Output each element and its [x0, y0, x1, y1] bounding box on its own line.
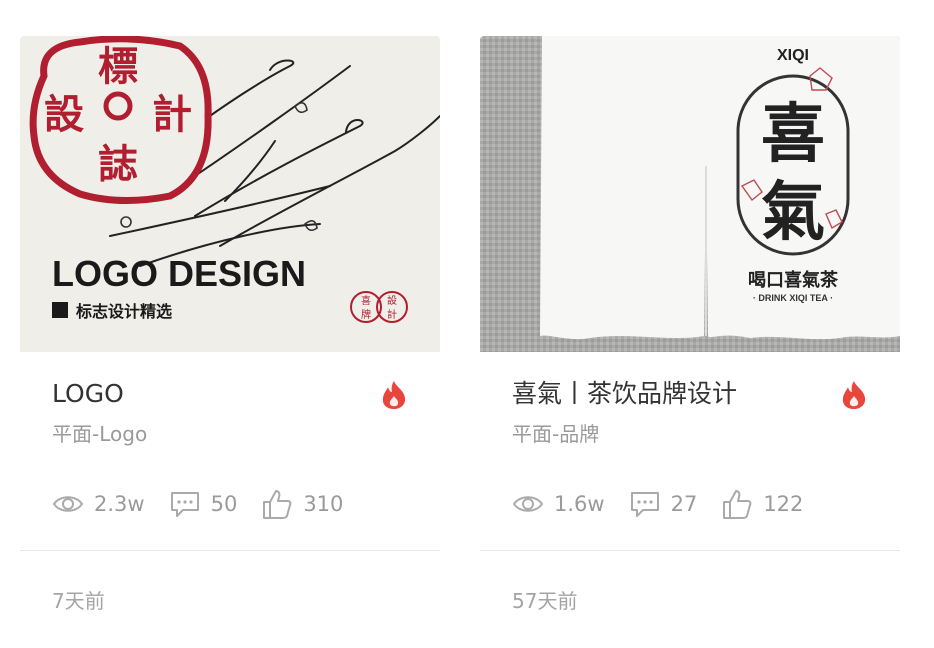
- divider: [20, 550, 440, 551]
- comment-icon[interactable]: [169, 490, 201, 518]
- views-count: 1.6w: [554, 492, 605, 516]
- seal-char: 誌: [98, 141, 138, 188]
- project-category: 平面-Logo: [52, 422, 148, 446]
- hot-flame-icon: [842, 381, 866, 409]
- divider: [480, 550, 900, 551]
- comments-count: 50: [210, 492, 238, 516]
- card-title-row: LOGO: [52, 376, 408, 412]
- mini-seal-char: 牌: [361, 308, 371, 321]
- cover-big-char: 喜: [761, 97, 825, 172]
- likes-count: 310: [303, 492, 344, 516]
- cover-slogan-en: · DRINK XIQI TEA ·: [753, 293, 833, 303]
- mini-seal-char: 設: [387, 294, 397, 307]
- cover-slogan: 喝口喜氣茶: [748, 269, 839, 291]
- views-stat: 1.6w: [512, 484, 605, 524]
- comments-count: 27: [670, 492, 698, 516]
- comment-icon[interactable]: [629, 490, 661, 518]
- views-count: 2.3w: [94, 492, 145, 516]
- stats-bar: 1.6w 27 122: [512, 484, 900, 524]
- cover-brand: XIQI: [777, 47, 809, 64]
- seal-char: 設: [44, 91, 84, 138]
- eye-icon: [52, 496, 84, 512]
- project-card[interactable]: XIQI 喜 氣 喝口喜氣茶 · DRINK XIQI TEA · 喜氣丨茶饮品…: [480, 36, 900, 648]
- project-cover-image[interactable]: 標 設 計 誌 LOGO DESIGN 标志设计精选 喜 牌 設 計: [20, 36, 440, 352]
- eye-icon: [512, 496, 544, 512]
- project-title[interactable]: 喜氣丨茶饮品牌设计: [512, 376, 737, 412]
- comments-stat[interactable]: 27: [629, 484, 698, 524]
- hot-flame-icon: [382, 381, 406, 409]
- seal-char: 標: [98, 43, 138, 90]
- project-card[interactable]: 標 設 計 誌 LOGO DESIGN 标志设计精选 喜 牌 設 計 LOGO: [20, 36, 440, 648]
- card-title-row: 喜氣丨茶饮品牌设计: [512, 376, 868, 412]
- likes-stat[interactable]: 310: [261, 484, 343, 524]
- seal-char: 計: [152, 91, 192, 138]
- thumbs-up-icon[interactable]: [261, 488, 293, 520]
- views-stat: 2.3w: [52, 484, 145, 524]
- mini-seal-char: 計: [387, 308, 397, 321]
- cover-big-char: 氣: [761, 175, 825, 250]
- project-title[interactable]: LOGO: [52, 376, 124, 412]
- publish-time: 7天前: [52, 589, 105, 613]
- project-cover-image[interactable]: XIQI 喜 氣 喝口喜氣茶 · DRINK XIQI TEA ·: [480, 36, 900, 352]
- thumbs-up-icon[interactable]: [721, 488, 753, 520]
- mini-seal-char: 喜: [361, 294, 371, 307]
- likes-stat[interactable]: 122: [721, 484, 803, 524]
- project-category: 平面-品牌: [512, 422, 600, 446]
- cover-subline: 标志设计精选: [75, 302, 172, 321]
- publish-time: 57天前: [512, 589, 578, 613]
- stats-bar: 2.3w 50 310: [52, 484, 440, 524]
- cover-headline: LOGO DESIGN: [52, 253, 306, 294]
- comments-stat[interactable]: 50: [169, 484, 238, 524]
- likes-count: 122: [763, 492, 804, 516]
